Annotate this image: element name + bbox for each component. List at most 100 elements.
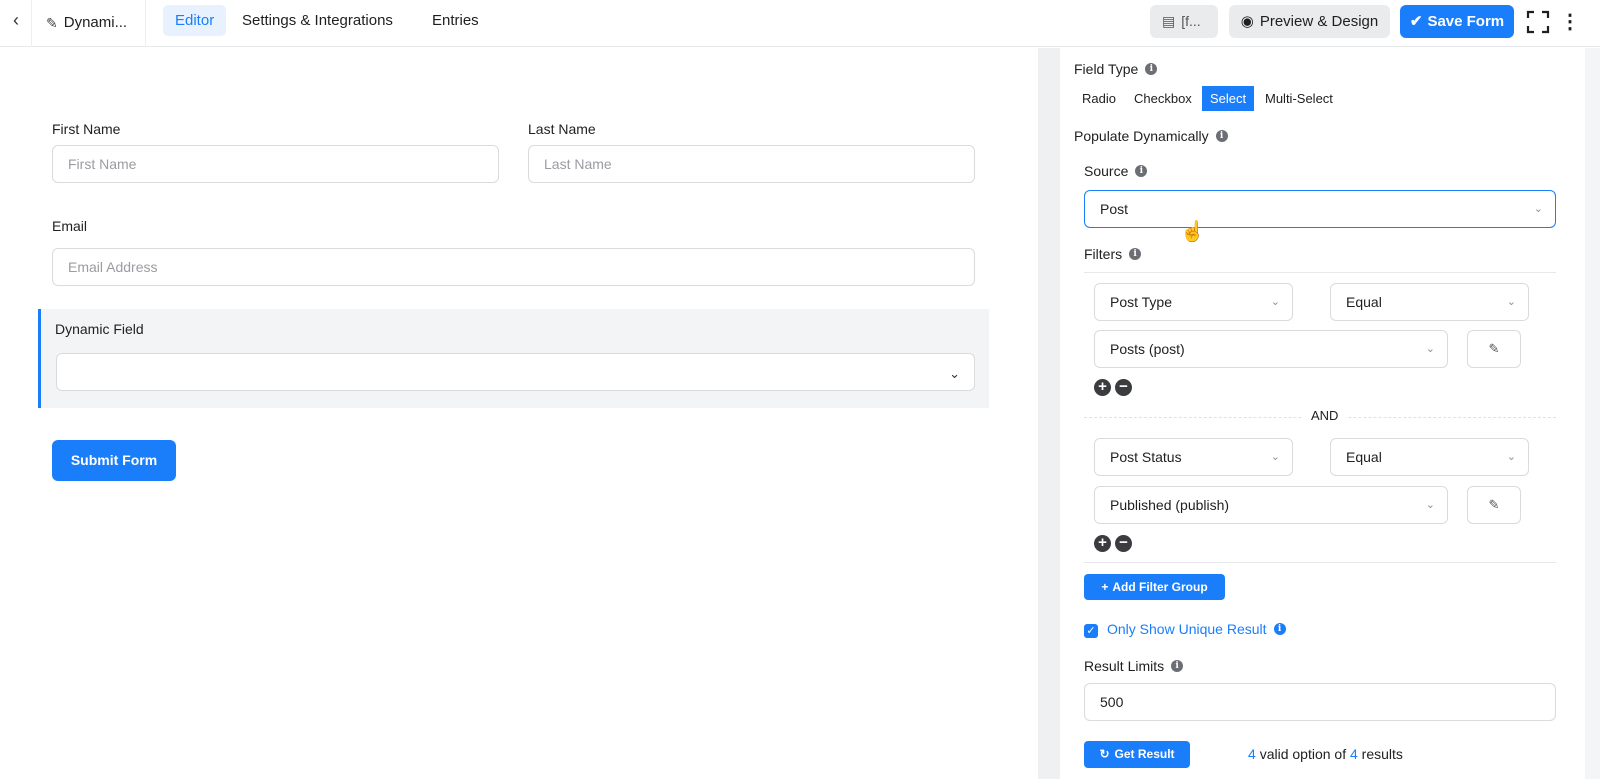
panel-splitter[interactable] [1038, 48, 1060, 779]
save-label: Save Form [1427, 13, 1505, 30]
field-type-checkbox[interactable]: Checkbox [1126, 86, 1200, 111]
save-form-button[interactable]: ✔ Save Form [1400, 5, 1514, 38]
filter-value: Published (publish) [1110, 497, 1230, 513]
filter-operator-value: Equal [1346, 294, 1382, 310]
filter-value-select[interactable]: Posts (post) ⌄ [1094, 330, 1448, 368]
divider [145, 0, 146, 47]
add-condition-icon[interactable]: + [1094, 535, 1111, 552]
get-result-label: Get Result [1114, 747, 1175, 761]
filter-column-value: Post Type [1110, 294, 1173, 310]
filters-label: Filters i [1084, 246, 1142, 262]
email-label: Email [52, 218, 88, 234]
field-type-radio[interactable]: Radio [1074, 86, 1124, 111]
populate-dynamically-label: Populate Dynamically i [1074, 128, 1228, 144]
info-icon[interactable]: i [1273, 623, 1286, 635]
field-type-label: Field Type i [1074, 61, 1158, 77]
chevron-down-icon: ⌄ [1533, 203, 1543, 215]
first-name-label: First Name [52, 121, 121, 137]
tab-settings-integrations[interactable]: Settings & Integrations [230, 5, 405, 36]
source-value: Post [1100, 201, 1129, 217]
total-count: 4 [1349, 746, 1358, 762]
first-name-input[interactable]: First Name [52, 145, 499, 183]
last-name-label: Last Name [528, 121, 596, 137]
more-vertical-icon[interactable]: ⋮ [1560, 8, 1580, 36]
refresh-icon: ↻ [1099, 747, 1110, 761]
chevron-down-icon: ⌄ [1506, 296, 1516, 308]
add-condition-icon[interactable]: + [1094, 379, 1111, 396]
chevron-down-icon: ⌄ [1270, 296, 1280, 308]
copy-icon: ▤ [1162, 13, 1176, 29]
filter-value-select[interactable]: Published (publish) ⌄ [1094, 486, 1448, 524]
divider [1084, 562, 1556, 563]
result-limits-text: Result Limits [1084, 658, 1165, 674]
back-icon[interactable]: ‹ [6, 10, 26, 30]
chevron-down-icon: ⌄ [1425, 499, 1435, 511]
preview-design-button[interactable]: ◉ Preview & Design [1229, 5, 1390, 38]
chevron-down-icon: ⌄ [949, 366, 960, 381]
tab-entries[interactable]: Entries [420, 5, 491, 36]
source-text: Source [1084, 163, 1129, 179]
chevron-down-icon: ⌄ [1270, 451, 1280, 463]
result-end-text: results [1361, 746, 1403, 762]
check-circle-icon: ✔ [1409, 13, 1423, 30]
source-label: Source i [1084, 163, 1148, 179]
result-summary: 4 valid option of 4 results [1248, 746, 1403, 762]
pencil-icon: ✎ [1488, 341, 1500, 356]
remove-condition-icon[interactable]: − [1115, 379, 1132, 396]
form-name[interactable]: ✎ Dynami... [46, 12, 127, 34]
info-icon[interactable]: i [1215, 130, 1228, 142]
filter-column-select[interactable]: Post Status ⌄ [1094, 438, 1293, 476]
filter-column-select[interactable]: Post Type ⌄ [1094, 283, 1293, 321]
get-result-button[interactable]: ↻ Get Result [1084, 741, 1190, 768]
submit-form-button[interactable]: Submit Form [52, 440, 176, 481]
unique-result-checkbox[interactable]: ✓ [1084, 624, 1098, 638]
divider [1084, 272, 1556, 273]
plus-icon: + [1101, 580, 1109, 594]
filter-operator-select[interactable]: Equal ⌄ [1330, 283, 1529, 321]
and-label: AND [1303, 408, 1347, 423]
edit-filter-button[interactable]: ✎ [1467, 486, 1521, 524]
filter-value: Posts (post) [1110, 341, 1185, 357]
add-filter-group-label: Add Filter Group [1112, 580, 1208, 594]
filter-column-value: Post Status [1110, 449, 1182, 465]
top-bar: ‹ ✎ Dynami... Editor Settings & Integrat… [0, 0, 1600, 47]
source-select[interactable]: Post ⌄ [1084, 190, 1556, 228]
result-mid-text: valid option of [1259, 746, 1347, 762]
remove-condition-icon[interactable]: − [1115, 535, 1132, 552]
info-icon[interactable]: i [1145, 63, 1158, 75]
eye-icon: ◉ [1240, 13, 1254, 30]
field-type-select[interactable]: Select [1202, 86, 1255, 111]
dynamic-field-label: Dynamic Field [55, 321, 144, 337]
result-limits-label: Result Limits i [1084, 658, 1184, 674]
form-name-text: Dynami... [63, 14, 128, 31]
chevron-down-icon: ⌄ [1506, 451, 1516, 463]
hand-pointer-icon: ☝ [1180, 221, 1205, 243]
pencil-icon: ✎ [1488, 497, 1500, 512]
tab-editor[interactable]: Editor [163, 5, 227, 36]
fullscreen-icon[interactable] [1526, 10, 1550, 34]
filter-operator-value: Equal [1346, 449, 1382, 465]
shortcode-button[interactable]: ▤ [f... [1150, 5, 1218, 38]
info-icon[interactable]: i [1171, 660, 1184, 672]
filters-text: Filters [1084, 246, 1123, 262]
field-type-multi-select[interactable]: Multi-Select [1257, 86, 1341, 111]
unique-result-text: Only Show Unique Result [1107, 621, 1267, 637]
dynamic-field-select[interactable]: ⌄ [56, 353, 975, 391]
add-filter-group-button[interactable]: + Add Filter Group [1084, 574, 1225, 600]
edit-filter-button[interactable]: ✎ [1467, 330, 1521, 368]
populate-text: Populate Dynamically [1074, 128, 1209, 144]
pencil-icon: ✎ [46, 15, 58, 31]
email-input[interactable]: Email Address [52, 248, 975, 286]
preview-label: Preview & Design [1259, 13, 1379, 30]
divider [31, 0, 32, 47]
field-type-text: Field Type [1074, 61, 1139, 77]
info-icon[interactable]: i [1129, 248, 1142, 260]
shortcode-label: [f... [1181, 13, 1201, 29]
info-icon[interactable]: i [1135, 165, 1148, 177]
scrollbar[interactable] [1585, 48, 1600, 779]
result-limits-input[interactable]: 500 [1084, 683, 1556, 721]
filter-operator-select[interactable]: Equal ⌄ [1330, 438, 1529, 476]
chevron-down-icon: ⌄ [1425, 343, 1435, 355]
last-name-input[interactable]: Last Name [528, 145, 975, 183]
unique-result-label: Only Show Unique Result i [1107, 621, 1286, 637]
